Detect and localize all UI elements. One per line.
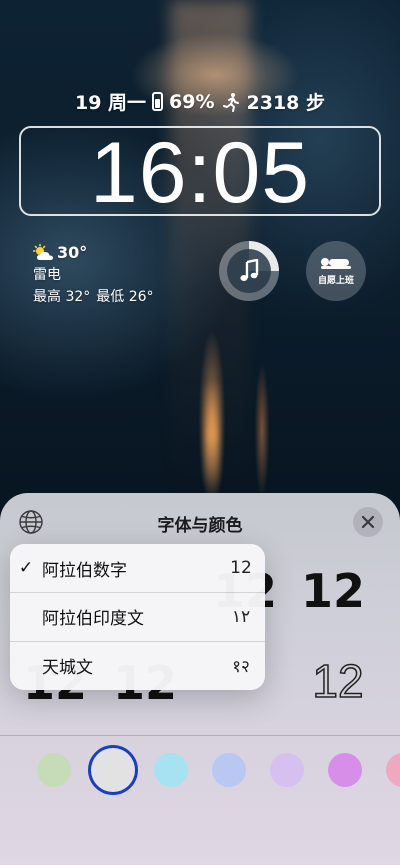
menu-item-sample: १२ [232, 657, 250, 677]
weather-high: 最高 32° [33, 289, 91, 305]
menu-item-sample: ١٢ [231, 606, 251, 627]
sleep-widget[interactable]: 自愿上班 [306, 241, 366, 301]
date-text: 19 周一 [74, 92, 147, 114]
font-option-tile[interactable]: 12 [298, 651, 378, 711]
close-button[interactable] [353, 507, 383, 537]
battery-text: 69% [169, 90, 215, 113]
menu-item-label: 阿拉伯印度文 [42, 609, 144, 629]
menu-item-arabic[interactable]: ✓ 阿拉伯数字 12 [10, 544, 265, 592]
partly-cloudy-sun-icon [33, 243, 53, 260]
weather-low: 最低 26° [96, 289, 154, 305]
menu-item-arabic-indic[interactable]: 阿拉伯印度文 ١٢ [10, 592, 265, 640]
close-icon [361, 515, 375, 529]
steps-text: 2318 步 [246, 92, 326, 114]
numeral-system-menu: ✓ 阿拉伯数字 12 阿拉伯印度文 ١٢ 天城文 १२ [10, 544, 265, 690]
music-note-icon [240, 259, 259, 281]
color-swatch[interactable] [154, 753, 188, 787]
weather-widget[interactable]: 30° 雷电 最高 32° 最低 26° [33, 243, 154, 306]
sheet-title: 字体与颜色 [157, 516, 243, 536]
menu-item-sample: 12 [230, 558, 252, 578]
menu-item-label: 阿拉伯数字 [42, 560, 127, 581]
clock-time: 16:05 [89, 125, 311, 221]
weather-condition: 雷电 [33, 267, 61, 283]
sheet-divider [0, 735, 400, 736]
battery-icon [152, 92, 164, 111]
color-swatch[interactable] [212, 753, 246, 787]
color-swatch[interactable] [37, 753, 71, 787]
running-person-icon [222, 92, 239, 112]
music-widget[interactable] [219, 241, 279, 301]
weather-temp: 30° [57, 243, 88, 262]
color-swatch-selected[interactable] [96, 753, 130, 787]
color-swatch-row [0, 753, 400, 800]
lockscreen-info-row[interactable]: 19 周一 69% 2318 步 [0, 88, 400, 115]
menu-item-devanagari[interactable]: 天城文 १२ [10, 641, 265, 689]
menu-item-label: 天城文 [42, 658, 93, 678]
color-swatch[interactable] [328, 753, 362, 787]
checkmark-icon: ✓ [18, 558, 34, 578]
sleep-widget-label: 自愿上班 [317, 276, 354, 286]
clock-editor-frame[interactable]: 16:05 [19, 126, 381, 216]
font-option-tile[interactable]: 12 [298, 563, 368, 619]
color-swatch[interactable] [270, 753, 304, 787]
wallpaper-glow [205, 380, 219, 490]
sleeping-person-icon [321, 258, 351, 269]
